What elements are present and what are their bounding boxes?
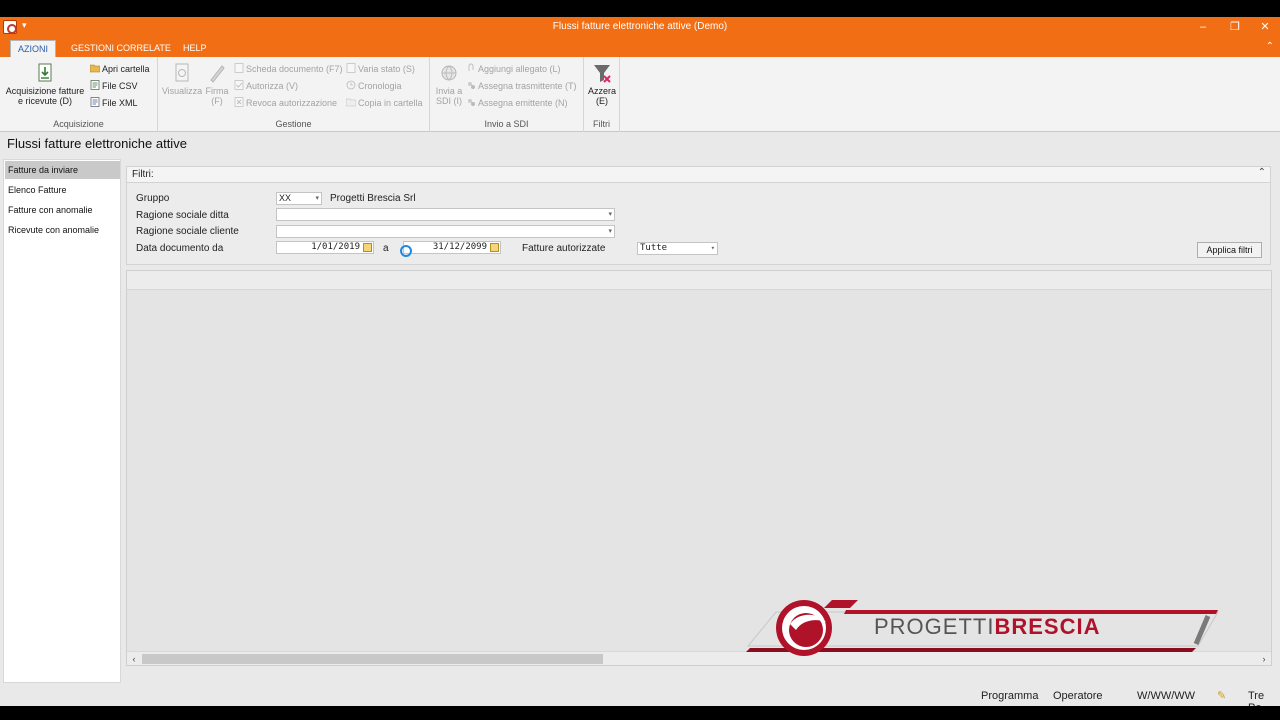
- varia-stato-button[interactable]: Varia stato (S): [346, 62, 415, 76]
- ragione-sociale-ditta-label: Ragione sociale ditta: [136, 210, 229, 221]
- data-documento-da-label: Data documento da: [136, 243, 224, 254]
- pen-icon: [210, 65, 225, 83]
- status-programma: Programma: [981, 690, 1039, 702]
- revoca-autorizzazione-button[interactable]: Revoca autorizzazione: [234, 96, 337, 110]
- ragione-sociale-cliente-select[interactable]: ▾: [276, 225, 615, 238]
- data-documento-a-input[interactable]: 31/12/2099: [403, 241, 501, 254]
- window-title: Flussi fatture elettroniche attive (Demo…: [552, 21, 728, 32]
- scroll-left-icon[interactable]: ‹: [128, 652, 140, 666]
- left-navigation: Fatture da inviare Elenco Fatture Fattur…: [3, 159, 121, 683]
- ribbon-group-filtri: Azzera (E) Filtri: [584, 57, 620, 132]
- ribbon-tab-row: AZIONI GESTIONI CORRELATE HELP ⌃: [0, 38, 1280, 57]
- acquisizione-fatture-label: Acquisizione fatture e ricevute (D): [5, 86, 85, 106]
- scheda-documento-button[interactable]: Scheda documento (F7): [234, 62, 343, 76]
- filters-panel: Filtri: ⌃ Gruppo XX ▾ Progetti Brescia Sr…: [126, 166, 1271, 265]
- logo-text: PROGETTIBRESCIA: [874, 614, 1101, 639]
- ribbon-group-gestione: Visualizza Firma (F) Scheda documento (F…: [158, 57, 430, 132]
- group-label-invio-sdi: Invio a SDI: [484, 119, 529, 129]
- grid-header: [127, 271, 1271, 290]
- group-label-filtri: Filtri: [593, 119, 610, 129]
- assign-icon: [468, 99, 475, 106]
- nav-item-fatture-da-inviare[interactable]: Fatture da inviare: [5, 161, 120, 179]
- folder-icon: [90, 64, 100, 73]
- fatture-autorizzate-label: Fatture autorizzate: [522, 243, 606, 254]
- close-button[interactable]: ✕: [1256, 19, 1274, 35]
- tab-gestioni-correlate[interactable]: GESTIONI CORRELATE: [64, 40, 178, 57]
- filters-title: Filtri:: [132, 169, 154, 180]
- assign-icon: [468, 82, 475, 89]
- xml-file-icon: [90, 97, 100, 107]
- status-bar: Programma Operatore W/WW/WW ✎ Tre Pe: [0, 687, 1280, 706]
- data-documento-da-input[interactable]: 1/01/2019: [276, 241, 374, 254]
- copy-folder-icon: [346, 98, 356, 107]
- chevron-down-icon: ▾: [608, 211, 612, 218]
- loading-spinner-icon: [400, 245, 412, 257]
- azzera-filtri-button[interactable]: Azzera (E): [586, 63, 618, 106]
- scrollbar-thumb[interactable]: [142, 654, 603, 664]
- title-bar: ▾ Flussi fatture elettroniche attive (De…: [0, 17, 1280, 38]
- authorize-icon: [234, 80, 244, 90]
- ragione-sociale-cliente-label: Ragione sociale cliente: [136, 226, 239, 237]
- visualizza-button[interactable]: Visualizza: [161, 63, 203, 96]
- invia-sdi-button[interactable]: Invia a SDI (I): [433, 63, 465, 106]
- ribbon-collapse-icon[interactable]: ⌃: [1266, 41, 1274, 52]
- status-date: W/WW/WW: [1137, 690, 1196, 702]
- history-icon: [346, 80, 356, 90]
- pencil-icon[interactable]: ✎: [1217, 689, 1226, 702]
- firma-button[interactable]: Firma (F): [202, 63, 232, 106]
- clear-filter-icon: [594, 65, 611, 83]
- send-globe-icon: [441, 65, 457, 81]
- group-label-acquisizione: Acquisizione: [53, 119, 104, 129]
- copia-in-cartella-button[interactable]: Copia in cartella: [346, 96, 423, 110]
- chevron-down-icon: ▾: [608, 228, 612, 235]
- ragione-sociale-ditta-select[interactable]: ▾: [276, 208, 615, 221]
- gruppo-select[interactable]: XX ▾: [276, 192, 322, 205]
- tab-azioni[interactable]: AZIONI: [10, 40, 57, 57]
- csv-file-icon: [90, 80, 100, 90]
- status-trailing: Tre Pe: [1248, 690, 1265, 706]
- fatture-autorizzate-select[interactable]: Tutte ▾: [637, 242, 718, 255]
- page-title: Flussi fatture elettroniche attive: [7, 136, 187, 151]
- change-state-icon: [346, 63, 356, 73]
- apri-cartella-button[interactable]: Apri cartella: [90, 62, 150, 76]
- application-window: ▾ Flussi fatture elettroniche attive (De…: [0, 17, 1280, 706]
- assegna-trasmittente-button[interactable]: Assegna trasmittente (T): [466, 79, 577, 93]
- gruppo-description: Progetti Brescia Srl: [330, 193, 416, 204]
- cronologia-button[interactable]: Cronologia: [346, 79, 402, 93]
- nav-item-fatture-con-anomalie[interactable]: Fatture con anomalie: [5, 201, 120, 219]
- group-label-gestione: Gestione: [275, 119, 312, 129]
- assegna-emittente-button[interactable]: Assegna emittente (N): [466, 96, 568, 110]
- download-document-icon: [38, 63, 52, 82]
- acquisizione-fatture-button[interactable]: Acquisizione fatture e ricevute (D): [4, 63, 86, 106]
- minimize-button[interactable]: –: [1194, 19, 1212, 35]
- tab-help[interactable]: HELP: [176, 40, 214, 57]
- view-document-icon: [175, 63, 189, 82]
- filters-header[interactable]: Filtri: ⌃: [127, 167, 1270, 183]
- document-icon: [234, 63, 244, 73]
- nav-item-elenco-fatture[interactable]: Elenco Fatture: [5, 181, 120, 199]
- aggiungi-allegato-button[interactable]: Aggiungi allegato (L): [466, 62, 561, 76]
- ribbon: Acquisizione fatture e ricevute (D) Apri…: [0, 57, 1280, 132]
- file-xml-button[interactable]: File XML: [90, 96, 138, 110]
- data-a-label: a: [383, 243, 389, 254]
- calendar-icon[interactable]: [363, 243, 372, 252]
- collapse-chevron-icon[interactable]: ⌃: [1258, 167, 1266, 178]
- revoke-icon: [234, 97, 244, 107]
- maximize-button[interactable]: ❐: [1226, 19, 1244, 35]
- autorizza-button[interactable]: Autorizza (V): [234, 79, 298, 93]
- applica-filtri-button[interactable]: Applica filtri: [1197, 242, 1262, 258]
- calendar-icon[interactable]: [490, 243, 499, 252]
- nav-item-ricevute-con-anomalie[interactable]: Ricevute con anomalie: [5, 221, 120, 239]
- ribbon-group-acquisizione: Acquisizione fatture e ricevute (D) Apri…: [0, 57, 158, 132]
- chevron-down-icon: ▾: [315, 195, 319, 202]
- ribbon-group-invio-sdi: Invia a SDI (I) Aggiungi allegato (L) As…: [430, 57, 584, 132]
- gruppo-label: Gruppo: [136, 193, 170, 204]
- progetti-brescia-logo: PROGETTIBRESCIA: [746, 594, 1222, 658]
- chevron-down-icon: ▾: [710, 244, 715, 252]
- scroll-right-icon[interactable]: ›: [1258, 652, 1270, 666]
- attachment-icon: [468, 63, 474, 71]
- status-operatore: Operatore: [1053, 690, 1103, 702]
- file-csv-button[interactable]: File CSV: [90, 79, 138, 93]
